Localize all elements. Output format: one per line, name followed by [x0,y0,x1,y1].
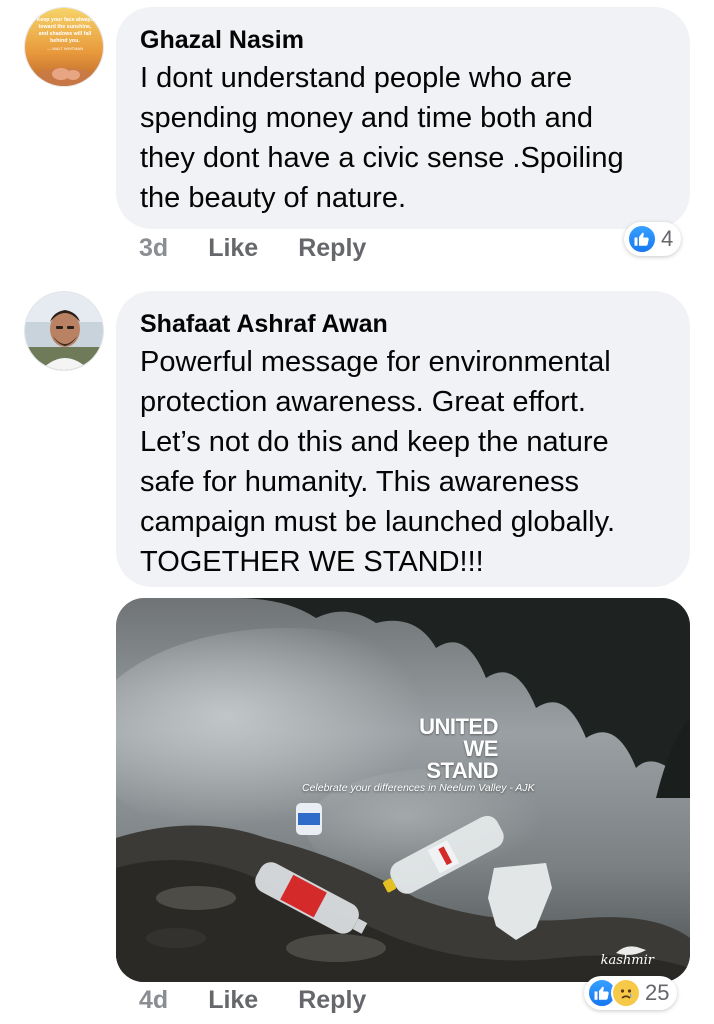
headline-line: WE [463,736,499,761]
comment-bubble: Shafaat Ashraf Awan Powerful message for… [116,291,690,587]
headline-line: STAND [426,758,498,783]
photo-headline: UNITED WE STAND [419,716,498,782]
avatar-quote-line: behind you. [50,38,80,44]
comment-photo-attachment[interactable]: UNITED WE STAND Celebrate your differenc… [116,598,690,982]
comment-actions: 4d Like Reply [139,986,406,1015]
comment-author[interactable]: Shafaat Ashraf Awan [140,309,668,339]
avatar-quote-line: and shadows will fall [38,31,92,37]
avatar-quote-line: Keep your face always [36,17,94,23]
like-reaction-icon [627,224,657,254]
reaction-summary[interactable]: 4 [624,222,682,256]
comment-text: Powerful message for environmental prote… [140,346,616,578]
comment-text: I dont understand people who are spendin… [140,62,624,214]
reply-button[interactable]: Reply [298,234,366,263]
avatar-ghazal-nasim[interactable]: Keep your face always toward the sunshin… [24,7,104,87]
reply-button[interactable]: Reply [298,986,366,1015]
avatar-shafaat-ashraf-awan[interactable] [24,291,104,371]
reaction-count: 25 [645,980,670,1005]
sad-reaction-icon [611,978,641,1008]
reaction-summary[interactable]: 25 [584,976,678,1010]
photo-overlay: UNITED WE STAND Celebrate your differenc… [116,598,690,982]
headline-line: UNITED [419,714,498,739]
comment-actions: 3d Like Reply [139,234,406,263]
comment-timestamp[interactable]: 3d [139,234,168,263]
photo-caption: Celebrate your differences in Neelum Val… [302,782,535,794]
like-button[interactable]: Like [208,986,258,1015]
comment-bubble: Ghazal Nasim I dont understand people wh… [116,7,690,229]
photo-watermark: kashmir [600,953,654,968]
comment-author[interactable]: Ghazal Nasim [140,25,668,55]
avatar-quote-line: — WALT WHITMAN [47,46,83,51]
reaction-count: 4 [661,226,674,251]
comment-timestamp[interactable]: 4d [139,986,168,1015]
like-button[interactable]: Like [208,234,258,263]
avatar-image [25,292,103,370]
avatar-quote-line: toward the sunshine, [38,24,92,30]
